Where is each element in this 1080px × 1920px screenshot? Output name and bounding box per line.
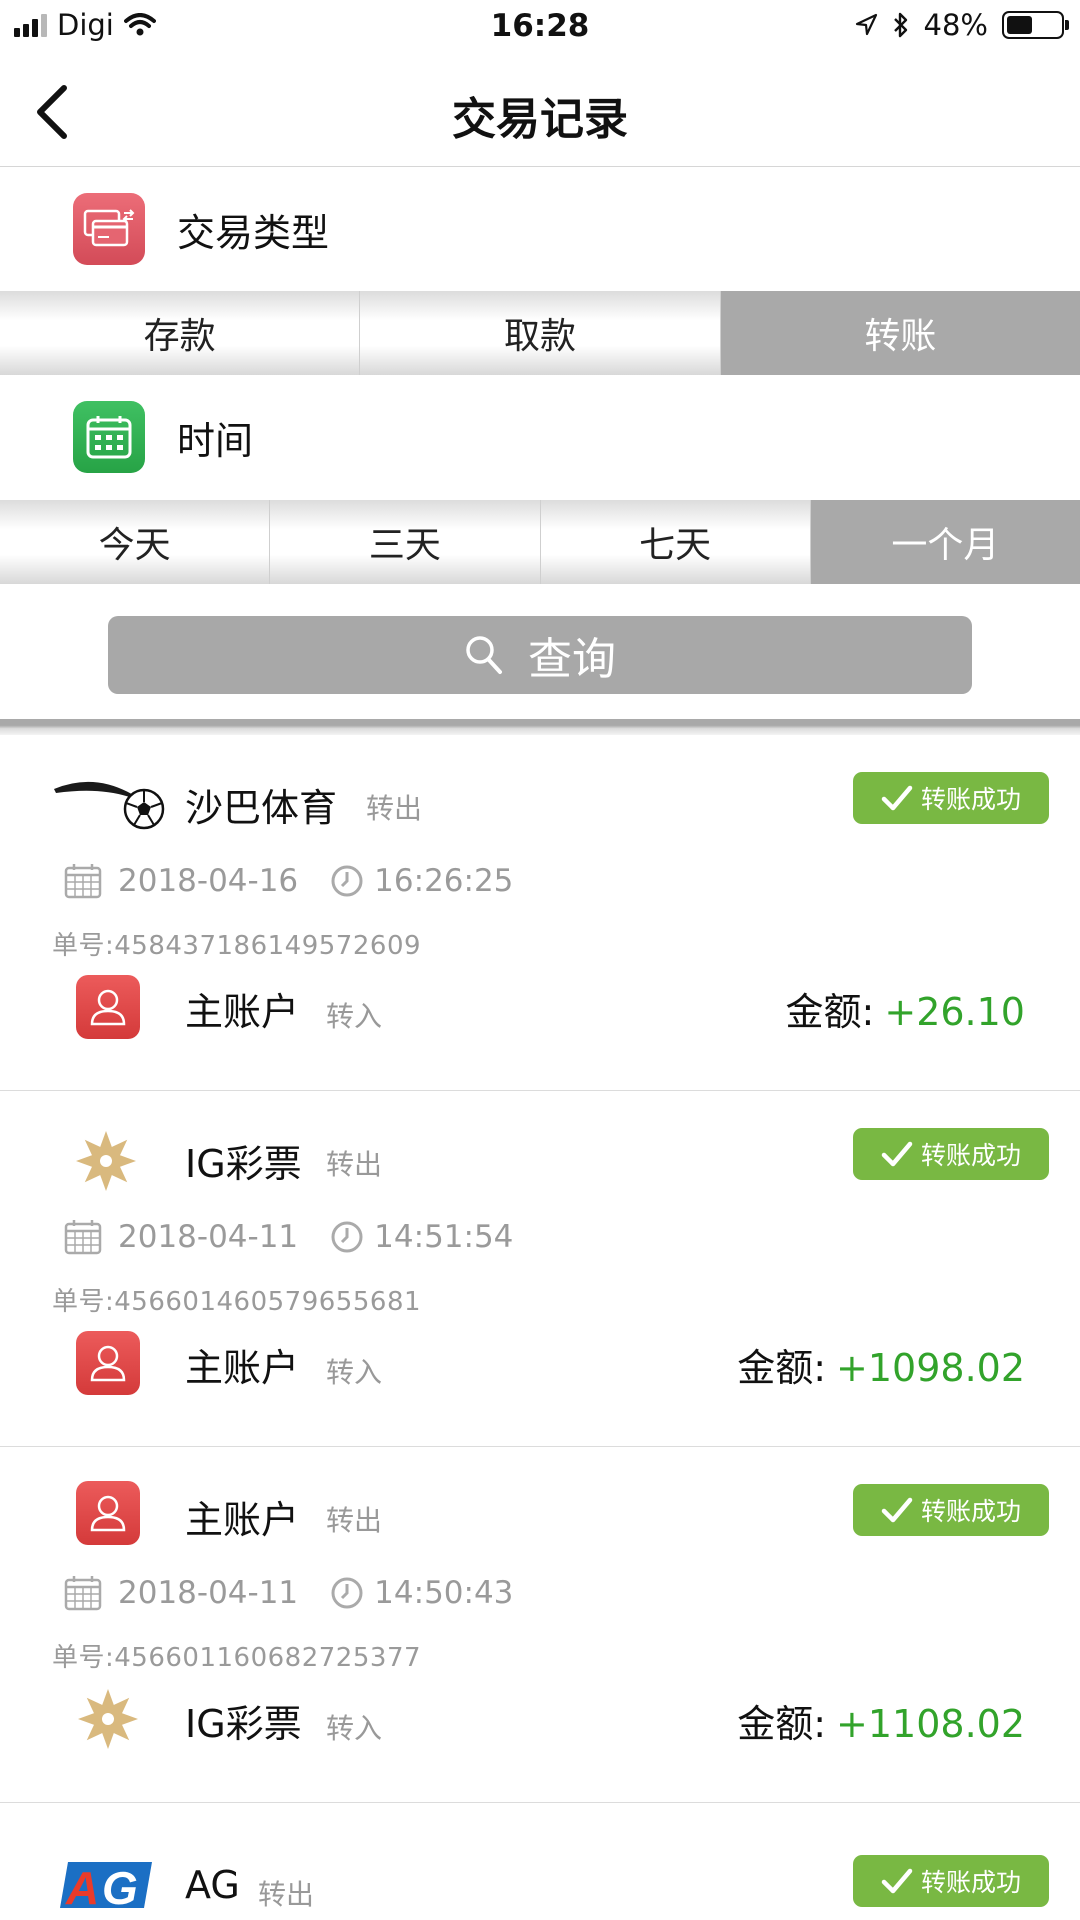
type-option-transfer[interactable]: 转账 bbox=[720, 291, 1080, 375]
record-date: 2018-04-11 bbox=[118, 1575, 299, 1611]
ag-logo-icon: A G bbox=[58, 1857, 158, 1913]
time-option-1-month[interactable]: 一个月 bbox=[810, 500, 1080, 584]
check-icon bbox=[881, 1868, 913, 1894]
check-icon bbox=[881, 1141, 913, 1167]
from-direction: 转出 bbox=[326, 1148, 383, 1181]
order-number: 单号:458437186149572609 bbox=[52, 931, 422, 961]
from-account-name: IG彩票 bbox=[185, 1142, 302, 1186]
calendar-small-icon bbox=[64, 864, 102, 899]
transaction-record[interactable]: 沙巴体育 转出 转账成功 2018-04-16 16:26:25 单号:4584… bbox=[0, 735, 1080, 1091]
user-icon bbox=[76, 1481, 140, 1545]
record-time: 14:50:43 bbox=[374, 1575, 514, 1611]
check-icon bbox=[881, 785, 913, 811]
ig-lottery-icon bbox=[70, 1123, 142, 1199]
transaction-record[interactable]: IG彩票 转出 转账成功 2018-04-11 14:51:54 单号:4566… bbox=[0, 1091, 1080, 1447]
nav-bar: 交易记录 bbox=[0, 55, 1080, 167]
query-button-label: 查询 bbox=[528, 634, 616, 685]
from-direction: 转出 bbox=[366, 792, 423, 825]
clock-icon bbox=[331, 1577, 363, 1609]
card-transfer-icon bbox=[73, 193, 145, 265]
transaction-type-header: 交易类型 bbox=[0, 167, 1080, 291]
soccer-ball-icon bbox=[52, 767, 166, 843]
status-bar: Digi 16:28 48% bbox=[0, 0, 1080, 55]
page-title: 交易记录 bbox=[452, 94, 628, 145]
to-account-name: 主账户 bbox=[185, 1346, 300, 1390]
transaction-type-label: 交易类型 bbox=[177, 210, 330, 255]
to-account-name: 主账户 bbox=[185, 990, 300, 1034]
to-direction: 转入 bbox=[326, 1000, 383, 1033]
type-option-deposit[interactable]: 存款 bbox=[0, 291, 361, 375]
record-date: 2018-04-11 bbox=[118, 1219, 299, 1255]
status-text: 转账成功 bbox=[920, 1497, 1021, 1526]
from-direction: 转出 bbox=[326, 1504, 383, 1537]
record-time: 14:51:54 bbox=[374, 1219, 514, 1255]
record-time: 16:26:25 bbox=[374, 863, 514, 899]
status-text: 转账成功 bbox=[920, 785, 1021, 814]
time-option-7-days[interactable]: 七天 bbox=[540, 500, 811, 584]
time-header: 时间 bbox=[0, 375, 1080, 499]
search-icon bbox=[466, 636, 502, 674]
to-account-name: IG彩票 bbox=[185, 1702, 302, 1746]
clock-icon bbox=[331, 865, 363, 897]
from-account-name: 主账户 bbox=[185, 1498, 300, 1542]
order-number: 单号:456601160682725377 bbox=[52, 1643, 422, 1673]
transaction-record[interactable]: 主账户 转出 转账成功 2018-04-11 14:50:43 单号:45660… bbox=[0, 1447, 1080, 1803]
clock-icon bbox=[331, 1221, 363, 1253]
type-option-withdraw[interactable]: 取款 bbox=[360, 291, 721, 375]
status-badge: 转账成功 bbox=[853, 1855, 1049, 1907]
record-datetime: 2018-04-11 14:51:54 bbox=[64, 1219, 513, 1255]
check-icon bbox=[881, 1497, 913, 1523]
amount: 金额: +1108.02 bbox=[737, 1702, 1025, 1746]
location-arrow-icon bbox=[855, 13, 877, 36]
user-icon bbox=[76, 1331, 140, 1395]
record-datetime: 2018-04-11 14:50:43 bbox=[64, 1575, 513, 1611]
from-account-name: 沙巴体育 bbox=[185, 786, 338, 830]
svg-text:A: A bbox=[65, 1862, 99, 1912]
bluetooth-icon bbox=[893, 12, 907, 38]
svg-text:G: G bbox=[102, 1862, 138, 1912]
time-option-today[interactable]: 今天 bbox=[0, 500, 271, 584]
record-datetime: 2018-04-16 16:26:25 bbox=[64, 863, 513, 899]
to-direction: 转入 bbox=[326, 1356, 383, 1389]
to-direction: 转入 bbox=[326, 1712, 383, 1745]
time-range-segmented: 今天 三天 七天 一个月 bbox=[0, 500, 1080, 584]
status-badge: 转账成功 bbox=[853, 1484, 1049, 1536]
amount: 金额: +1098.02 bbox=[737, 1346, 1025, 1390]
from-account-name: AG bbox=[185, 1863, 240, 1907]
ig-lottery-icon bbox=[72, 1683, 144, 1755]
amount: 金额: +26.10 bbox=[785, 990, 1025, 1034]
from-direction: 转出 bbox=[258, 1878, 315, 1911]
time-label: 时间 bbox=[177, 418, 254, 463]
battery-percent: 48% bbox=[923, 8, 988, 42]
status-badge: 转账成功 bbox=[853, 772, 1049, 824]
section-divider bbox=[0, 719, 1080, 735]
query-button[interactable]: 查询 bbox=[108, 616, 972, 694]
calendar-small-icon bbox=[64, 1220, 102, 1255]
transaction-record[interactable]: A G AG 转出 转账成功 bbox=[0, 1803, 1080, 1920]
transaction-type-segmented: 存款 取款 转账 bbox=[0, 291, 1080, 375]
record-date: 2018-04-16 bbox=[118, 863, 299, 899]
status-text: 转账成功 bbox=[920, 1868, 1021, 1897]
calendar-icon bbox=[73, 401, 145, 473]
calendar-small-icon bbox=[64, 1576, 102, 1611]
battery-icon bbox=[1002, 11, 1069, 39]
status-text: 转账成功 bbox=[920, 1141, 1021, 1170]
status-badge: 转账成功 bbox=[853, 1128, 1049, 1180]
user-icon bbox=[76, 975, 140, 1039]
order-number: 单号:456601460579655681 bbox=[52, 1287, 422, 1317]
time-option-3-days[interactable]: 三天 bbox=[270, 500, 541, 584]
